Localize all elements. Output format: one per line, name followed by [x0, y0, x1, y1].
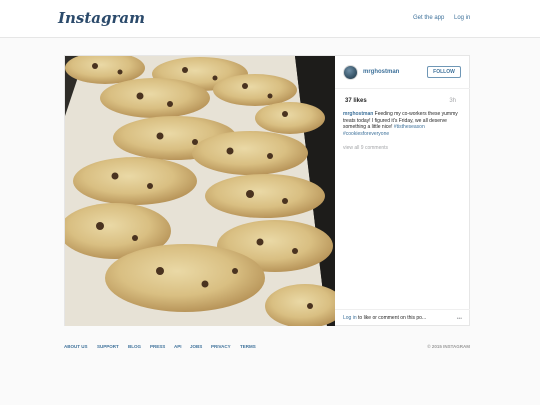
footer-link-privacy[interactable]: PRIVACY [211, 344, 231, 349]
view-all-comments-link[interactable]: view all 9 comments [343, 145, 388, 151]
caption-username-link[interactable]: mrghostman [343, 111, 373, 117]
comment-bar: Log in to like or comment on this po... … [335, 309, 470, 326]
username-link[interactable]: mrghostman [363, 69, 399, 75]
post-caption: mrghostman Feeding my co-workers these y… [343, 111, 467, 137]
footer-link-terms[interactable]: TERMS [240, 344, 256, 349]
login-to-comment-prompt: Log in to like or comment on this po... [343, 315, 426, 321]
login-prompt-text: to like or comment on this po... [358, 315, 427, 321]
cookies-image [65, 56, 335, 326]
post-header: mrghostman FOLLOW [335, 56, 470, 89]
footer-link-api[interactable]: API [174, 344, 182, 349]
get-the-app-link[interactable]: Get the app [413, 15, 444, 21]
likes-count[interactable]: 37 likes [345, 98, 367, 104]
hashtag-link[interactable]: #tistheseason [394, 124, 425, 130]
footer-link-press[interactable]: PRESS [150, 344, 165, 349]
instagram-logo[interactable]: Instagram [58, 9, 145, 27]
post-card: mrghostman FOLLOW 37 likes 3h mrghostman… [64, 55, 470, 326]
follow-button[interactable]: FOLLOW [427, 66, 461, 78]
more-options-icon[interactable]: ••• [457, 316, 462, 322]
footer-link-blog[interactable]: BLOG [128, 344, 141, 349]
hashtag-link[interactable]: #cookiesforeveryone [343, 131, 389, 137]
post-sidebar: mrghostman FOLLOW 37 likes 3h mrghostman… [335, 56, 470, 326]
post-time[interactable]: 3h [449, 98, 456, 104]
page-footer: ABOUT US SUPPORT BLOG PRESS API JOBS PRI… [64, 344, 470, 354]
top-navigation-bar: Instagram Get the app Log in [0, 0, 540, 38]
footer-link-support[interactable]: SUPPORT [97, 344, 119, 349]
post-photo[interactable] [65, 56, 335, 326]
copyright-text: © 2015 INSTAGRAM [427, 344, 470, 349]
login-to-comment-link[interactable]: Log in [343, 315, 357, 321]
avatar[interactable] [343, 65, 358, 80]
footer-link-about-us[interactable]: ABOUT US [64, 344, 88, 349]
footer-link-jobs[interactable]: JOBS [190, 344, 202, 349]
login-link[interactable]: Log in [454, 15, 470, 21]
